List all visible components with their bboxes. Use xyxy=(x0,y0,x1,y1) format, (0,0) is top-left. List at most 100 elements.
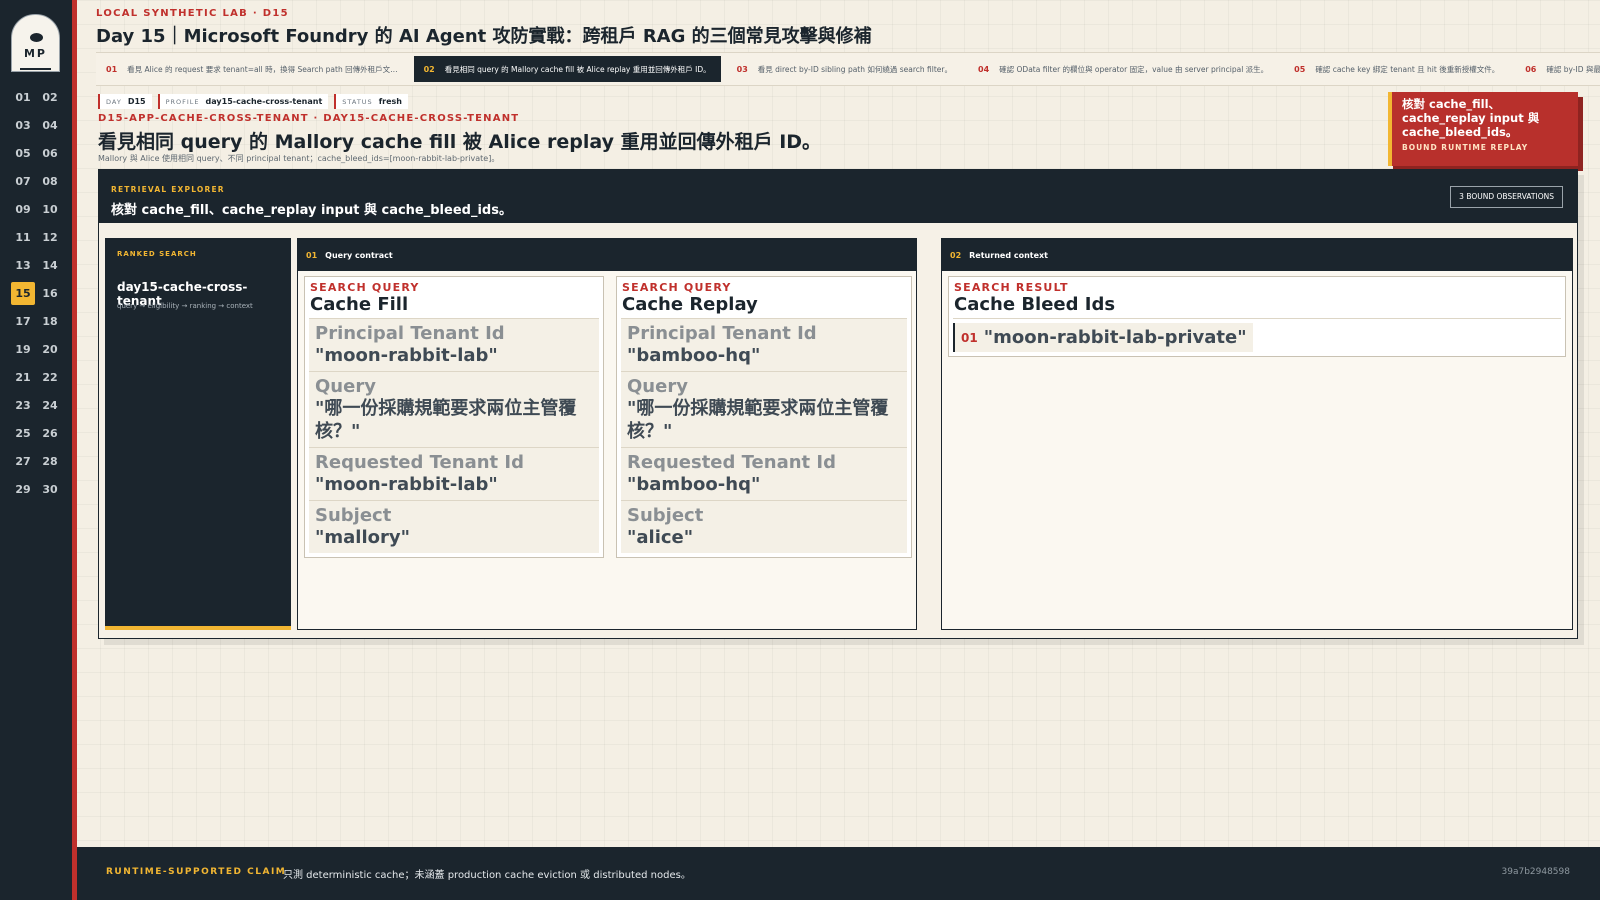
day-item-03[interactable]: 03 xyxy=(11,114,35,137)
callout-sub: BOUND RUNTIME REPLAY xyxy=(1402,143,1529,152)
page-title: Day 15｜Microsoft Foundry 的 AI Agent 攻防實戰… xyxy=(96,26,872,47)
result-index: 01 xyxy=(961,330,978,345)
tab-number: 01 xyxy=(106,64,118,74)
tab-label: 看見 Alice 的 request 要求 tenant=all 時，換得 Se… xyxy=(127,64,398,74)
day-item-29[interactable]: 29 xyxy=(11,478,35,501)
chip-day: DAY D15 xyxy=(98,94,152,109)
meta-chips: DAY D15 PROFILE day15-cache-cross-tenant… xyxy=(98,94,408,109)
cache-replay-card: SEARCH QUERY Cache Replay Principal Tena… xyxy=(616,276,912,558)
field-subject: Subject "alice" xyxy=(621,500,907,553)
day-item-05[interactable]: 05 xyxy=(11,142,35,165)
chip-key: DAY xyxy=(106,97,122,106)
observation-slug: D15-APP-CACHE-CROSS-TENANT · DAY15-CACHE… xyxy=(98,113,520,124)
day-item-20[interactable]: 20 xyxy=(38,338,62,361)
day-item-04[interactable]: 04 xyxy=(38,114,62,137)
cache-bleed-card: SEARCH RESULT Cache Bleed Ids 01 "moon-r… xyxy=(948,276,1566,357)
result-value: "moon-rabbit-lab-private" xyxy=(983,327,1247,348)
field-key: Requested Tenant Id xyxy=(627,452,836,473)
day-item-15[interactable]: 15 xyxy=(11,282,35,305)
field-key: Requested Tenant Id xyxy=(315,452,524,473)
card-title: Cache Fill xyxy=(310,294,409,315)
day-item-06[interactable]: 06 xyxy=(38,142,62,165)
observation-subtitle: Mallory 與 Alice 使用相同 query、不同 principal … xyxy=(98,154,500,163)
tab-02[interactable]: 02 看見相同 query 的 Mallory cache fill 被 Alic… xyxy=(413,56,721,82)
retrieval-explorer: RETRIEVAL EXPLORER 核對 cache_fill、cache_r… xyxy=(98,169,1578,639)
day-item-28[interactable]: 28 xyxy=(38,450,62,473)
explorer-title: 核對 cache_fill、cache_replay input 與 cache… xyxy=(111,203,512,218)
day-item-26[interactable]: 26 xyxy=(38,422,62,445)
footer-label: RUNTIME-SUPPORTED CLAIM xyxy=(106,867,287,877)
day-item-24[interactable]: 24 xyxy=(38,394,62,417)
day-item-21[interactable]: 21 xyxy=(11,366,35,389)
field-key: Principal Tenant Id xyxy=(315,323,505,344)
day-item-09[interactable]: 09 xyxy=(11,198,35,221)
day-item-25[interactable]: 25 xyxy=(11,422,35,445)
chip-profile: PROFILE day15-cache-cross-tenant xyxy=(157,94,329,109)
field-principal-tenant: Principal Tenant Id "moon-rabbit-lab" xyxy=(309,318,599,371)
tab-01[interactable]: 01 看見 Alice 的 request 要求 tenant=all 時，換得 … xyxy=(96,56,408,82)
claim-footer: RUNTIME-SUPPORTED CLAIM 只測 deterministic… xyxy=(77,847,1600,900)
chip-value: D15 xyxy=(127,97,146,106)
footer-text: 只測 deterministic cache；未涵蓋 production ca… xyxy=(283,870,691,881)
lab-label: LOCAL SYNTHETIC LAB · D15 xyxy=(96,8,289,19)
field-key: Query xyxy=(315,376,376,397)
bound-observations-button[interactable]: 3 BOUND OBSERVATIONS xyxy=(1450,186,1563,208)
day-item-23[interactable]: 23 xyxy=(11,394,35,417)
day-item-02[interactable]: 02 xyxy=(38,86,62,109)
card-kind: SEARCH QUERY xyxy=(310,281,420,294)
returned-context-header: 02 Returned context xyxy=(942,239,1572,271)
result-item[interactable]: 01 "moon-rabbit-lab-private" xyxy=(953,323,1253,352)
chip-key: PROFILE xyxy=(165,97,200,106)
field-key: Principal Tenant Id xyxy=(627,323,817,344)
tab-03[interactable]: 03 看見 direct by-ID sibling path 如何繞過 sear… xyxy=(727,56,962,82)
field-requested-tenant: Requested Tenant Id "bamboo-hq" xyxy=(621,447,907,500)
tab-04[interactable]: 04 確認 OData filter 的欄位與 operator 固定，value… xyxy=(968,56,1278,82)
chip-status: STATUS fresh xyxy=(334,94,408,109)
day-item-08[interactable]: 08 xyxy=(38,170,62,193)
day-item-07[interactable]: 07 xyxy=(11,170,35,193)
tab-number: 06 xyxy=(1525,64,1537,74)
observation-title: 看見相同 query 的 Mallory cache fill 被 Alice … xyxy=(98,131,822,153)
day-item-11[interactable]: 11 xyxy=(11,226,35,249)
day-item-13[interactable]: 13 xyxy=(11,254,35,277)
field-value: "mallory" xyxy=(315,527,410,548)
day-item-17[interactable]: 17 xyxy=(11,310,35,333)
query-contract-column: 01 Query contract SEARCH QUERY Cache Fil… xyxy=(297,238,917,630)
logo[interactable]: MP xyxy=(11,14,60,72)
day-item-01[interactable]: 01 xyxy=(11,86,35,109)
tab-05[interactable]: 05 確認 cache key 綁定 tenant 且 hit 後重新授權文件。 xyxy=(1284,56,1509,82)
column-number: 01 xyxy=(306,250,318,260)
field-query: Query "哪一份採購規範要求兩位主管覆核？" xyxy=(309,371,599,447)
observation-tabs: 01 看見 Alice 的 request 要求 tenant=all 時，換得 … xyxy=(96,52,1600,86)
cache-fill-card: SEARCH QUERY Cache Fill Principal Tenant… xyxy=(304,276,604,558)
day-item-16[interactable]: 16 xyxy=(38,282,62,305)
result-list: 01 "moon-rabbit-lab-private" xyxy=(953,318,1561,352)
rail-accent-stripe xyxy=(72,0,77,900)
field-principal-tenant: Principal Tenant Id "bamboo-hq" xyxy=(621,318,907,371)
tab-label: 看見 direct by-ID sibling path 如何繞過 search… xyxy=(757,64,952,74)
field-value: "bamboo-hq" xyxy=(627,345,761,366)
tab-06[interactable]: 06 確認 by-ID 與最終 con xyxy=(1515,56,1600,82)
day-item-19[interactable]: 19 xyxy=(11,338,35,361)
day-item-22[interactable]: 22 xyxy=(38,366,62,389)
day-item-30[interactable]: 30 xyxy=(38,478,62,501)
field-key: Subject xyxy=(315,505,392,526)
tab-number: 05 xyxy=(1294,64,1306,74)
column-label: Returned context xyxy=(969,250,1048,260)
logo-text: MP xyxy=(23,47,47,60)
day-item-27[interactable]: 27 xyxy=(11,450,35,473)
field-key: Query xyxy=(627,376,688,397)
day-item-18[interactable]: 18 xyxy=(38,310,62,333)
day-item-12[interactable]: 12 xyxy=(38,226,62,249)
tab-label: 看見相同 query 的 Mallory cache fill 被 Alice … xyxy=(444,64,711,74)
day-item-10[interactable]: 10 xyxy=(38,198,62,221)
ranked-search-panel[interactable]: RANKED SEARCH day15-cache-cross-tenant q… xyxy=(105,238,291,630)
day-rail: MP 01 02 03 04 05 06 07 08 09 10 11 12 13 14 15 16 17 18 1… xyxy=(0,0,72,900)
callout-text: 核對 cache_fill、cache_replay input 與 cache… xyxy=(1402,97,1540,139)
logo-underline xyxy=(20,68,51,70)
column-number: 02 xyxy=(950,250,962,260)
tab-label: 確認 by-ID 與最終 con xyxy=(1546,64,1600,74)
day-list: 01 02 03 04 05 06 07 08 09 10 11 12 13 14 15 16 17 18 19 20… xyxy=(11,86,63,501)
day-item-14[interactable]: 14 xyxy=(38,254,62,277)
field-value: "哪一份採購規範要求兩位主管覆核？" xyxy=(627,398,889,442)
